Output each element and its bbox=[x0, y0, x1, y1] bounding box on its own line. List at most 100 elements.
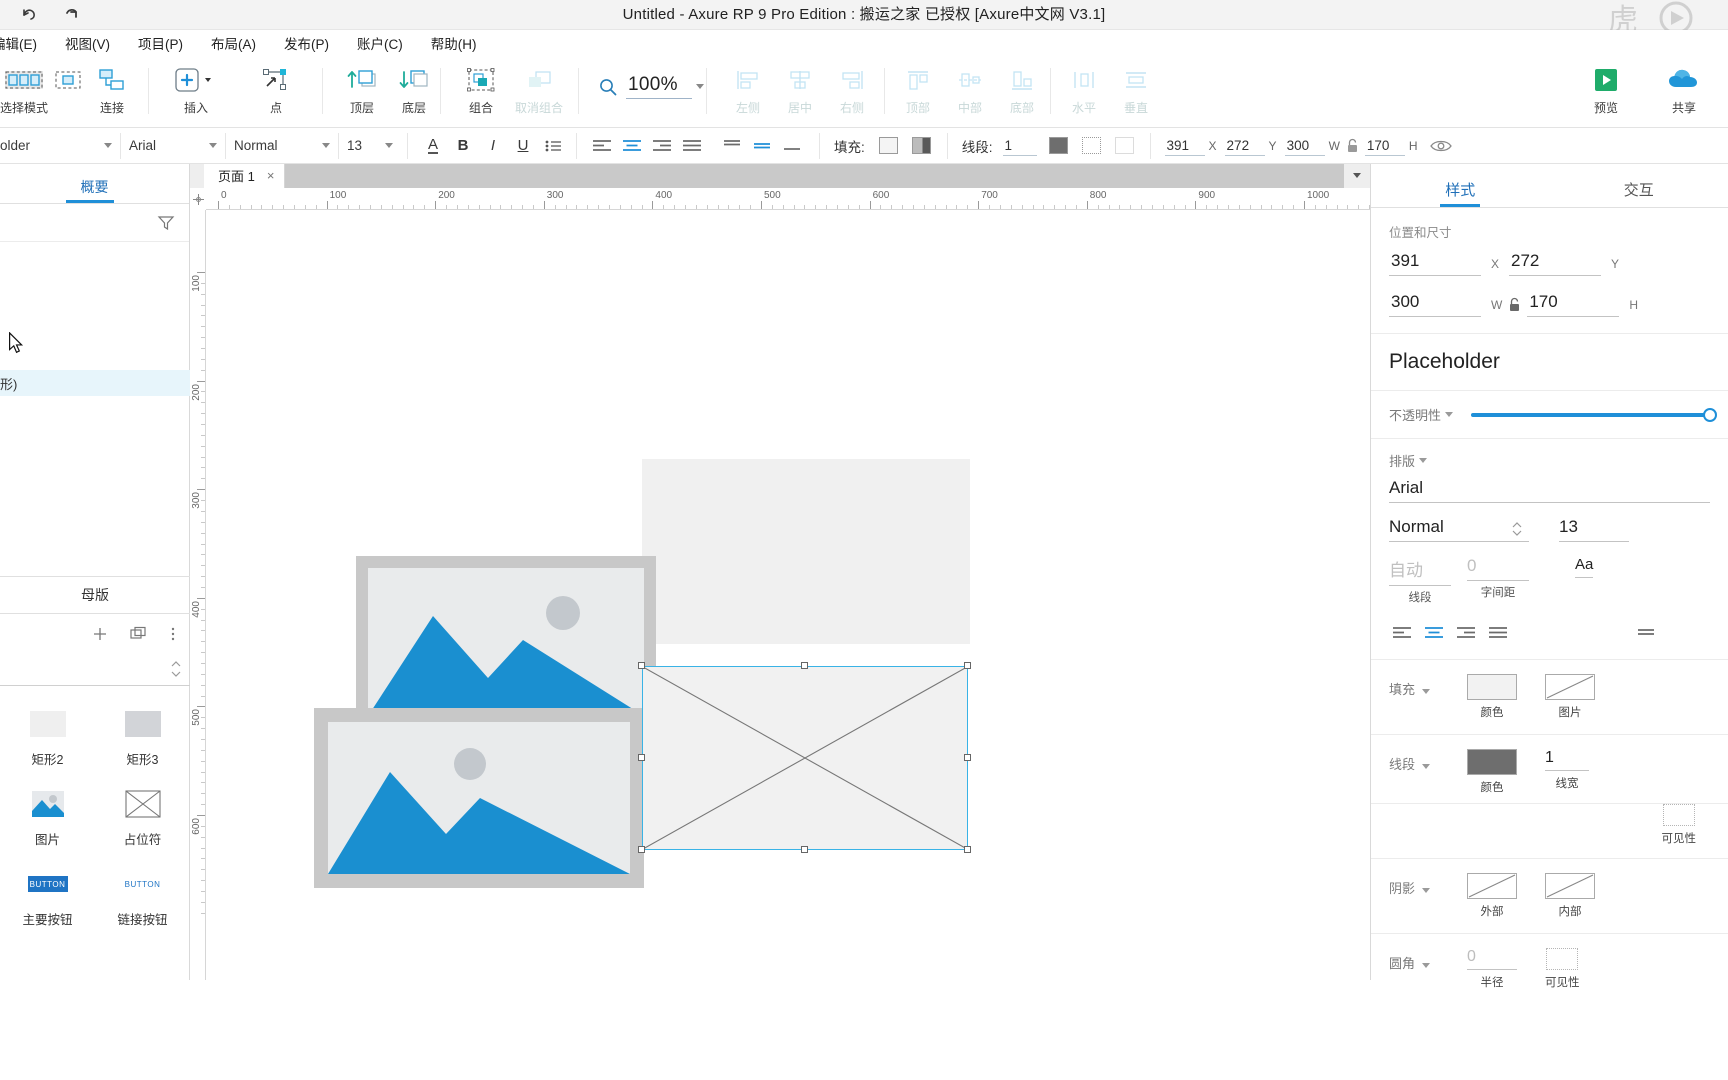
visibility-eye-icon[interactable] bbox=[1429, 139, 1452, 153]
opacity-slider[interactable] bbox=[1471, 407, 1717, 422]
panel-valign-icon[interactable] bbox=[1633, 619, 1659, 645]
toolbar-connect[interactable]: 连接 bbox=[86, 56, 138, 116]
zoom-chevron-down-icon[interactable] bbox=[695, 84, 704, 89]
menu-item-account[interactable]: 账户(C) bbox=[357, 33, 417, 53]
shape-monitor-bottom-frame[interactable] bbox=[314, 708, 644, 888]
selected-placeholder-widget[interactable] bbox=[642, 666, 968, 850]
lock-open-icon[interactable] bbox=[1508, 297, 1521, 312]
panel-align-right-icon[interactable] bbox=[1453, 619, 1479, 645]
zoom-control[interactable]: 100% bbox=[598, 56, 704, 99]
panel-font-family[interactable]: Arial bbox=[1389, 478, 1710, 503]
opacity-chevron-down-icon[interactable] bbox=[1445, 412, 1454, 417]
panel-w-input[interactable] bbox=[1389, 292, 1481, 317]
h-input[interactable] bbox=[1364, 135, 1405, 156]
page-tab[interactable]: 页面 1 × bbox=[204, 163, 286, 188]
fill-color-option[interactable]: 颜色 bbox=[1467, 674, 1517, 720]
outline-tab[interactable]: 概要 bbox=[0, 164, 189, 204]
align-text-justify-icon[interactable] bbox=[679, 133, 705, 159]
typography-chevron-down-icon[interactable] bbox=[1419, 458, 1428, 463]
align-text-left-icon[interactable] bbox=[589, 133, 615, 159]
text-color-button[interactable]: A bbox=[418, 133, 448, 159]
panel-y-input[interactable] bbox=[1509, 251, 1602, 276]
toolbar-align-center[interactable]: 居中 bbox=[774, 56, 826, 116]
menu-item-help[interactable]: 帮助(H) bbox=[431, 33, 491, 53]
panel-h-input[interactable] bbox=[1527, 292, 1620, 317]
align-text-center-icon[interactable] bbox=[619, 133, 645, 159]
shadow-chevron-down-icon[interactable] bbox=[1421, 888, 1430, 893]
tab-style[interactable]: 样式 bbox=[1371, 164, 1550, 207]
toolbar-point[interactable]: 点 bbox=[250, 56, 302, 116]
toolbar-select-mode[interactable]: 选择模式 bbox=[0, 56, 48, 116]
fill-chevron-down-icon[interactable] bbox=[1421, 689, 1430, 694]
line-width-value[interactable]: 1 bbox=[1545, 749, 1589, 771]
lock-open-icon[interactable] bbox=[1346, 138, 1359, 153]
shadow-outer-swatch[interactable] bbox=[1467, 873, 1517, 899]
panel-line-spacing-value[interactable]: 自动 bbox=[1389, 556, 1451, 586]
menu-item-edit[interactable]: 编辑(E) bbox=[0, 33, 51, 53]
fill-color-swatch[interactable] bbox=[1467, 674, 1517, 700]
shadow-inner-swatch[interactable] bbox=[1545, 873, 1595, 899]
library-item-rect2[interactable]: 矩形2 bbox=[0, 706, 95, 768]
line-width-input[interactable] bbox=[1002, 135, 1037, 156]
toolbar-align-middle[interactable]: 中部 bbox=[944, 56, 996, 116]
bullet-list-icon[interactable] bbox=[538, 133, 568, 159]
valign-bottom-icon[interactable] bbox=[779, 133, 805, 159]
resize-handle-n[interactable] bbox=[801, 662, 808, 669]
line-color-swatch[interactable] bbox=[1048, 137, 1068, 154]
panel-align-left-icon[interactable] bbox=[1389, 619, 1415, 645]
tab-overflow-chevron-down-icon[interactable] bbox=[1344, 163, 1370, 188]
duplicate-icon[interactable] bbox=[130, 626, 148, 642]
toolbar-group[interactable]: 组合 bbox=[455, 56, 507, 116]
resize-handle-w[interactable] bbox=[638, 754, 645, 761]
radius-visibility-option[interactable]: 可见性 bbox=[1545, 948, 1580, 990]
toolbar-marquee-mode[interactable] bbox=[48, 56, 88, 99]
line-style-swatch[interactable] bbox=[1081, 137, 1101, 154]
toolbar-align-left[interactable]: 左侧 bbox=[722, 56, 774, 116]
library-item-placeholder[interactable]: 占位符 bbox=[95, 786, 190, 848]
toolbar-preview[interactable]: 预览 bbox=[1580, 56, 1632, 128]
library-item-primary-button[interactable]: BUTTON 主要按钮 bbox=[0, 866, 95, 928]
opacity-slider-knob[interactable] bbox=[1703, 407, 1717, 422]
bold-button[interactable]: B bbox=[448, 133, 478, 159]
radius-value-option[interactable]: 0 半径 bbox=[1467, 948, 1517, 990]
toolbar-align-right[interactable]: 右侧 bbox=[826, 56, 878, 116]
menu-item-publish[interactable]: 发布(P) bbox=[284, 33, 343, 53]
radius-visibility-swatch[interactable] bbox=[1546, 948, 1579, 970]
toolbar-ungroup[interactable]: 取消组合 bbox=[507, 56, 571, 116]
radius-chevron-down-icon[interactable] bbox=[1421, 963, 1430, 968]
line-arrow-swatch[interactable] bbox=[1114, 137, 1134, 154]
outline-selected-row[interactable]: 形) bbox=[0, 370, 190, 396]
fill-image-swatch[interactable] bbox=[1545, 674, 1595, 700]
resize-handle-nw[interactable] bbox=[638, 662, 645, 669]
valign-middle-icon[interactable] bbox=[749, 133, 775, 159]
panel-align-center-icon[interactable] bbox=[1421, 619, 1447, 645]
filter-icon[interactable] bbox=[157, 214, 175, 232]
tab-interactions[interactable]: 交互 bbox=[1550, 164, 1728, 207]
toolbar-distribute-horizontal[interactable]: 水平 bbox=[1058, 56, 1110, 116]
panel-text-case[interactable]: Aa bbox=[1575, 556, 1594, 578]
line-visibility-option[interactable]: 可见性 bbox=[1662, 804, 1696, 846]
panel-letter-spacing-value[interactable]: 0 bbox=[1467, 556, 1529, 581]
radius-value[interactable]: 0 bbox=[1467, 948, 1517, 970]
valign-top-icon[interactable] bbox=[719, 133, 745, 159]
menu-item-view[interactable]: 视图(V) bbox=[65, 33, 124, 53]
fill-gradient-swatch[interactable] bbox=[911, 137, 931, 154]
panel-font-size[interactable]: 13 bbox=[1559, 517, 1629, 542]
font-weight-select[interactable]: Normal bbox=[226, 133, 338, 159]
resize-handle-s[interactable] bbox=[801, 846, 808, 853]
panel-align-justify-icon[interactable] bbox=[1485, 619, 1511, 645]
more-icon[interactable] bbox=[170, 626, 176, 642]
resize-handle-se[interactable] bbox=[964, 846, 971, 853]
stepper-icon[interactable] bbox=[170, 658, 182, 680]
shape-rectangle-gray[interactable] bbox=[642, 459, 970, 644]
shadow-inner-option[interactable]: 内部 bbox=[1545, 873, 1595, 919]
line-color-option[interactable]: 颜色 bbox=[1467, 749, 1517, 795]
line-color-swatch[interactable] bbox=[1467, 749, 1517, 775]
resize-handle-e[interactable] bbox=[964, 754, 971, 761]
fill-color-swatch[interactable] bbox=[878, 137, 898, 154]
font-size-select[interactable]: 13 bbox=[339, 133, 401, 159]
w-input[interactable] bbox=[1284, 135, 1325, 156]
close-icon[interactable]: × bbox=[267, 168, 275, 183]
shape-monitor-top-frame[interactable] bbox=[356, 556, 656, 716]
add-icon[interactable] bbox=[92, 626, 108, 642]
